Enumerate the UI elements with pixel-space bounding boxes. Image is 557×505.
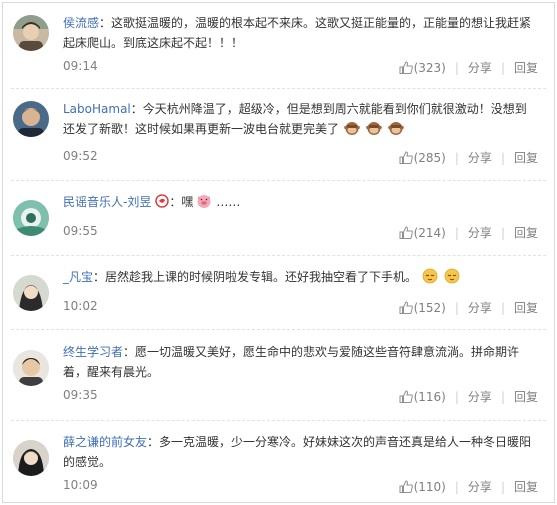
avatar[interactable]	[13, 15, 49, 51]
thumbs-up-icon	[399, 301, 413, 314]
action-divider: |	[500, 300, 505, 315]
comment-item: 民谣音乐人-刘昱 ：嘿…… 09:55 (214) | 分享 | 回复	[3, 192, 554, 252]
comment-item: 侯流感：这歌挺温暖的，温暖的根本起不来床。这歌又挺正能量的，正能量的想让我赶紧起…	[3, 13, 554, 88]
like-button[interactable]: (152)	[399, 301, 446, 315]
comment-item: _凡宝：居然趁我上课的时候阴啦发专辑。还好我抽空看了下手机。 10:02 (15…	[3, 267, 554, 327]
comment-item: 终生学习者：愿一切温暖又美好，愿生命中的悲欢与爱随这些音符肆意流淌。拼命期许着，…	[3, 342, 554, 414]
username[interactable]: 终生学习者	[63, 345, 123, 359]
comment-list: 侯流感：这歌挺温暖的，温暖的根本起不来床。这歌又挺正能量的，正能量的想让我赶紧起…	[2, 2, 555, 503]
share-button[interactable]: 分享	[468, 478, 492, 495]
action-divider: |	[454, 479, 459, 494]
username[interactable]: 民谣音乐人-刘昱	[63, 195, 151, 209]
action-divider: |	[454, 300, 459, 315]
like-count: (116)	[413, 389, 446, 404]
avatar[interactable]	[13, 200, 49, 236]
comment-content: _凡宝：居然趁我上课的时候阴啦发专辑。还好我抽空看了下手机。	[63, 267, 538, 287]
like-button[interactable]: (110)	[399, 480, 446, 494]
avatar[interactable]	[13, 101, 49, 137]
comment-content: 终生学习者：愿一切温暖又美好，愿生命中的悲欢与爱随这些音符肆意流淌。拼命期许着，…	[63, 345, 520, 379]
comment-time: 09:55	[63, 224, 98, 238]
share-button[interactable]: 分享	[468, 149, 492, 166]
username[interactable]: 薛之谦的前女友	[63, 435, 147, 449]
thumbs-up-icon	[399, 151, 413, 164]
like-button[interactable]: (323)	[399, 61, 446, 75]
reply-button[interactable]: 回复	[514, 224, 538, 241]
comment-actions: (116) | 分享 | 回复	[399, 388, 538, 405]
avatar[interactable]	[13, 350, 49, 386]
like-button[interactable]: (214)	[399, 226, 446, 240]
reply-button[interactable]: 回复	[514, 299, 538, 316]
action-divider: |	[500, 60, 505, 75]
action-divider: |	[500, 479, 505, 494]
thumbs-up-icon	[399, 226, 413, 239]
username[interactable]: LaboHamal	[63, 102, 131, 116]
action-divider: |	[454, 225, 459, 240]
comment-time: 09:14	[63, 59, 98, 73]
comment-divider	[11, 329, 546, 330]
comment-content: 薛之谦的前女友：多一克温暖，少一分寒冷。好妹妹这次的声音还真是给人一种冬日暖阳的…	[63, 435, 532, 469]
comment-actions: (285) | 分享 | 回复	[399, 149, 538, 166]
monkey-see-no-evil-emoji	[387, 122, 404, 135]
comment-divider	[11, 420, 546, 421]
thumbs-up-icon	[399, 480, 413, 493]
reply-button[interactable]: 回复	[514, 388, 538, 405]
like-count: (152)	[413, 300, 446, 315]
monkey-see-no-evil-emoji	[344, 122, 360, 135]
comment-divider	[11, 180, 546, 181]
like-count: (214)	[413, 225, 446, 240]
comment-actions: (110) | 分享 | 回复	[399, 478, 538, 495]
comment-actions: (152) | 分享 | 回复	[399, 299, 538, 316]
thumbs-up-icon	[399, 61, 413, 74]
comment-time: 09:35	[63, 388, 98, 402]
reply-button[interactable]: 回复	[514, 149, 538, 166]
action-divider: |	[500, 150, 505, 165]
like-count: (285)	[413, 150, 446, 165]
comment-divider	[11, 88, 546, 89]
comment-content: 民谣音乐人-刘昱 ：嘿……	[63, 194, 241, 209]
comment-time: 10:02	[63, 299, 98, 313]
share-button[interactable]: 分享	[468, 388, 492, 405]
thumbs-up-icon	[399, 390, 413, 403]
action-divider: |	[454, 389, 459, 404]
action-divider: |	[500, 389, 505, 404]
comment-text: 嘿	[181, 195, 194, 209]
action-divider: |	[500, 225, 505, 240]
weibo-verified-icon	[155, 194, 170, 208]
avatar[interactable]	[13, 275, 49, 311]
avatar[interactable]	[13, 440, 49, 476]
comment-time: 10:09	[63, 478, 98, 492]
share-button[interactable]: 分享	[468, 224, 492, 241]
like-count: (110)	[413, 479, 446, 494]
comment-text: 居然趁我上课的时候阴啦发专辑。还好我抽空看了下手机。	[105, 270, 418, 284]
like-button[interactable]: (116)	[399, 390, 446, 404]
action-divider: |	[454, 60, 459, 75]
sleepy-face-emoji	[422, 268, 438, 284]
like-button[interactable]: (285)	[399, 151, 446, 165]
like-count: (323)	[413, 60, 446, 75]
comment-divider	[11, 255, 546, 256]
comment-text-tail: ……	[216, 195, 241, 209]
reply-button[interactable]: 回复	[514, 478, 538, 495]
share-button[interactable]: 分享	[468, 59, 492, 76]
share-button[interactable]: 分享	[468, 299, 492, 316]
comment-actions: (214) | 分享 | 回复	[399, 224, 538, 241]
comment-content: LaboHamal：今天杭州降温了，超级冷，但是想到周六就能看到你们就很激动！没…	[63, 102, 527, 136]
pig-face-emoji	[197, 195, 211, 208]
monkey-see-no-evil-emoji	[365, 122, 382, 135]
comment-text: 这歌挺温暖的，温暖的根本起不来床。这歌又挺正能量的，正能量的想让我赶紧起床爬山。…	[63, 16, 532, 50]
username[interactable]: _凡宝	[63, 270, 93, 284]
comment-actions: (323) | 分享 | 回复	[399, 59, 538, 76]
comment-item: LaboHamal：今天杭州降温了，超级冷，但是想到周六就能看到你们就很激动！没…	[3, 99, 554, 171]
comment-content: 侯流感：这歌挺温暖的，温暖的根本起不来床。这歌又挺正能量的，正能量的想让我赶紧起…	[63, 16, 532, 50]
sleepy-face-emoji	[444, 268, 460, 284]
username[interactable]: 侯流感	[63, 16, 99, 30]
action-divider: |	[454, 150, 459, 165]
reply-button[interactable]: 回复	[514, 59, 538, 76]
comment-time: 09:52	[63, 149, 98, 163]
comment-item: 薛之谦的前女友：多一克温暖，少一分寒冷。好妹妹这次的声音还真是给人一种冬日暖阳的…	[3, 432, 554, 502]
